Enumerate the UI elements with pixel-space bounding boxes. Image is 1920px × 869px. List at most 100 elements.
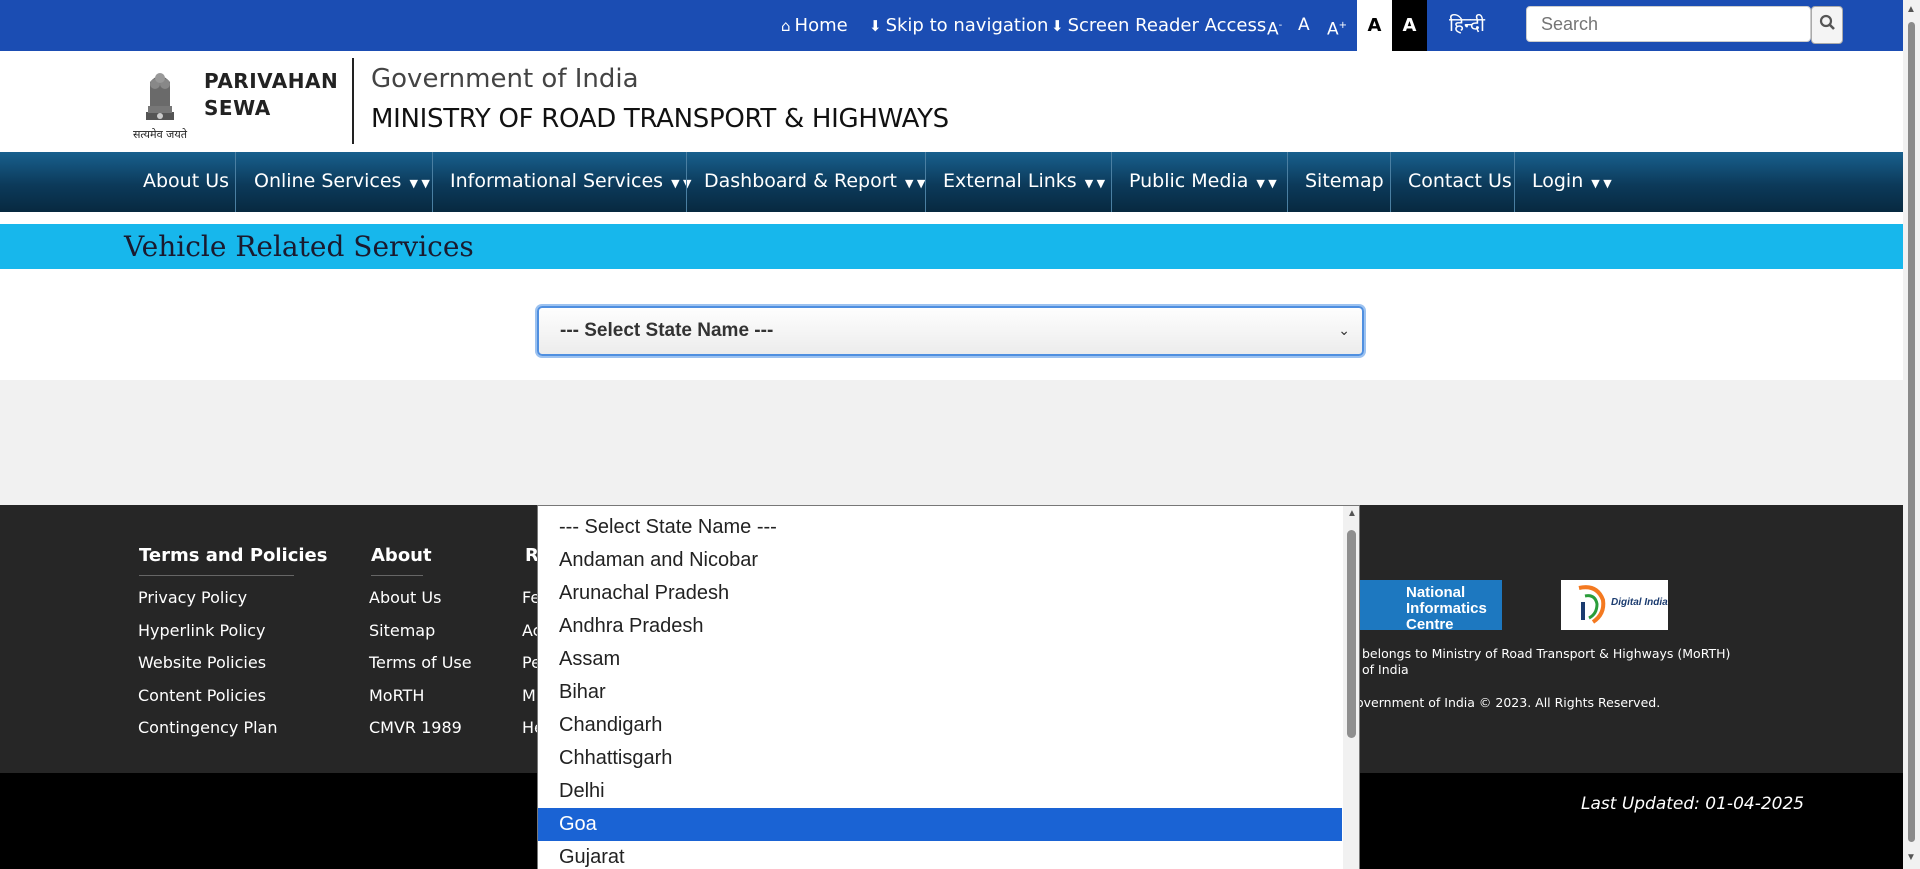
font-decrease-sup: - <box>1278 20 1283 31</box>
dropdown-option[interactable]: Chhattisgarh <box>538 742 1342 775</box>
nav-item-label: Contact Us <box>1408 170 1512 192</box>
government-of-india-text: Government of India <box>371 64 639 94</box>
skip-label: Skip to navigation <box>885 15 1049 36</box>
font-decrease-button[interactable]: A- <box>1267 0 1282 51</box>
main-navigation: About Us Online Services ▼ ▼ Informational … <box>0 152 1903 212</box>
caret-down-icon: ▼ ▼ <box>1084 177 1106 190</box>
content-area <box>0 380 1903 505</box>
last-updated: Last Updated: 01-04-2025 <box>1581 794 1805 814</box>
state-dropdown-list[interactable]: ▲ --- Select State Name --- Andaman and N… <box>537 505 1360 869</box>
caret-down-icon: ▼ ▼ <box>409 177 430 190</box>
nav-separator <box>432 152 433 212</box>
nav-item-sitemap[interactable]: Sitemap <box>1305 152 1384 212</box>
dropdown-scrollbar[interactable]: ▲ <box>1343 506 1359 869</box>
footer-terms-link[interactable]: Privacy Policy <box>138 588 247 607</box>
footer-terms-link[interactable]: Content Policies <box>138 686 266 705</box>
search-input[interactable] <box>1526 6 1811 42</box>
scroll-up-arrow-icon[interactable]: ▲ <box>1906 4 1916 15</box>
footer-terms-link[interactable]: Website Policies <box>138 653 266 672</box>
dropdown-option[interactable]: Arunachal Pradesh <box>538 577 1342 610</box>
nav-separator <box>235 152 236 212</box>
font-decrease-label: A <box>1267 19 1279 40</box>
font-normal-button[interactable]: A <box>1298 0 1310 51</box>
page-scrollbar-thumb[interactable] <box>1908 22 1915 842</box>
nav-item-label: Public Media <box>1129 170 1249 192</box>
font-increase-sup: + <box>1338 20 1348 31</box>
footer-about-heading: About <box>371 545 432 566</box>
nav-item-label: Online Services <box>254 170 402 192</box>
page-scrollbar[interactable]: ▲ ▼ <box>1903 0 1920 869</box>
nav-item-label: Login <box>1532 170 1584 192</box>
caret-down-icon: ▼ ▼ <box>1256 177 1277 190</box>
nav-separator <box>925 152 926 212</box>
footer-about-link[interactable]: About Us <box>369 588 441 607</box>
home-label: Home <box>794 15 848 36</box>
home-icon: ⌂ <box>781 17 791 35</box>
dropdown-option[interactable]: Goa <box>538 808 1342 841</box>
dropdown-option[interactable]: Delhi <box>538 775 1342 808</box>
digital-india-logo[interactable]: Digital India <box>1561 580 1668 630</box>
font-increase-label: A <box>1327 19 1339 40</box>
caret-down-icon: ▼ ▼ <box>1591 177 1612 190</box>
nav-item-login[interactable]: Login ▼ ▼ <box>1532 152 1612 212</box>
search-icon <box>1819 14 1835 30</box>
footer-about-link[interactable]: CMVR 1989 <box>369 718 462 737</box>
contrast-light-button[interactable]: A <box>1357 0 1392 51</box>
nav-item-online-services[interactable]: Online Services ▼ ▼ <box>254 152 430 212</box>
footer-about-underline <box>371 575 423 576</box>
footer-about-link[interactable]: Terms of Use <box>369 653 472 672</box>
dropdown-option[interactable]: Chandigarh <box>538 709 1342 742</box>
page-title: Vehicle Related Services <box>124 230 474 263</box>
nav-item-about-us[interactable]: About Us <box>143 152 229 212</box>
parivahan-sewa-brand[interactable]: PARIVAHAN SEWA <box>204 68 338 122</box>
footer-copyright: overnment of India © 2023. All Rights Re… <box>1356 695 1661 710</box>
footer-about-link[interactable]: Sitemap <box>369 621 435 640</box>
search-button[interactable] <box>1811 6 1843 44</box>
nav-separator <box>1514 152 1515 212</box>
footer-about-link[interactable]: MoRTH <box>369 686 424 705</box>
dropdown-option[interactable]: Andhra Pradesh <box>538 610 1342 643</box>
ministry-title: MINISTRY OF ROAD TRANSPORT & HIGHWAYS <box>371 104 949 134</box>
footer-third-link[interactable]: M <box>522 686 536 705</box>
nic-logo[interactable]: National Informatics Centre <box>1356 580 1502 633</box>
dropdown-option[interactable]: Gujarat <box>538 841 1342 869</box>
caret-down-icon: ▼ ▼ <box>671 177 692 190</box>
nav-item-contact-us[interactable]: Contact Us <box>1408 152 1512 212</box>
hindi-language-link[interactable]: हिन्दी <box>1449 0 1485 51</box>
state-select[interactable]: --- Select State Name --- ⌄ <box>537 306 1364 356</box>
header-divider <box>352 58 354 144</box>
dropdown-option[interactable]: --- Select State Name --- <box>538 511 1342 544</box>
nav-item-label: External Links <box>943 170 1077 192</box>
brand-line1: PARIVAHAN <box>204 69 339 93</box>
home-link[interactable]: ⌂ Home <box>781 0 848 51</box>
skip-to-navigation-link[interactable]: ⬇ Skip to navigation <box>869 0 1048 51</box>
nav-separator <box>1390 152 1391 212</box>
dropdown-option[interactable]: Assam <box>538 643 1342 676</box>
screen-reader-label: Screen Reader Access <box>1067 15 1267 36</box>
footer-terms-link[interactable]: Contingency Plan <box>138 718 278 737</box>
dropdown-option[interactable]: Bihar <box>538 676 1342 709</box>
digital-india-icon <box>1578 585 1606 624</box>
national-emblem-logo: सत्यमेव जयते <box>128 62 192 142</box>
footer-terms-link[interactable]: Hyperlink Policy <box>138 621 265 640</box>
nav-item-label: Dashboard & Report <box>704 170 897 192</box>
nav-item-informational-services[interactable]: Informational Services ▼ ▼ <box>450 152 692 212</box>
nav-item-public-media[interactable]: Public Media ▼ ▼ <box>1129 152 1277 212</box>
arrow-down-icon: ⬇ <box>869 17 882 35</box>
font-increase-button[interactable]: A+ <box>1327 0 1347 51</box>
dropdown-option[interactable]: Andaman and Nicobar <box>538 544 1342 577</box>
screen-reader-access-link[interactable]: ⬇ Screen Reader Access <box>1051 0 1266 51</box>
dropdown-scroll-up-icon[interactable]: ▲ <box>1347 508 1357 519</box>
nav-item-label: Informational Services <box>450 170 664 192</box>
dropdown-scrollbar-thumb[interactable] <box>1347 530 1356 738</box>
scroll-down-arrow-icon[interactable]: ▼ <box>1906 852 1916 863</box>
nav-item-label: Sitemap <box>1305 170 1384 192</box>
nav-item-external-links[interactable]: External Links ▼ ▼ <box>943 152 1105 212</box>
footer-terms-underline <box>139 575 294 576</box>
chevron-down-icon: ⌄ <box>1338 323 1350 339</box>
nav-separator <box>686 152 687 212</box>
footer-terms-heading: Terms and Policies <box>139 545 328 566</box>
brand-line2: SEWA <box>204 96 271 120</box>
contrast-dark-button[interactable]: A <box>1392 0 1427 51</box>
nav-item-dashboard-report[interactable]: Dashboard & Report ▼ ▼ <box>704 152 925 212</box>
